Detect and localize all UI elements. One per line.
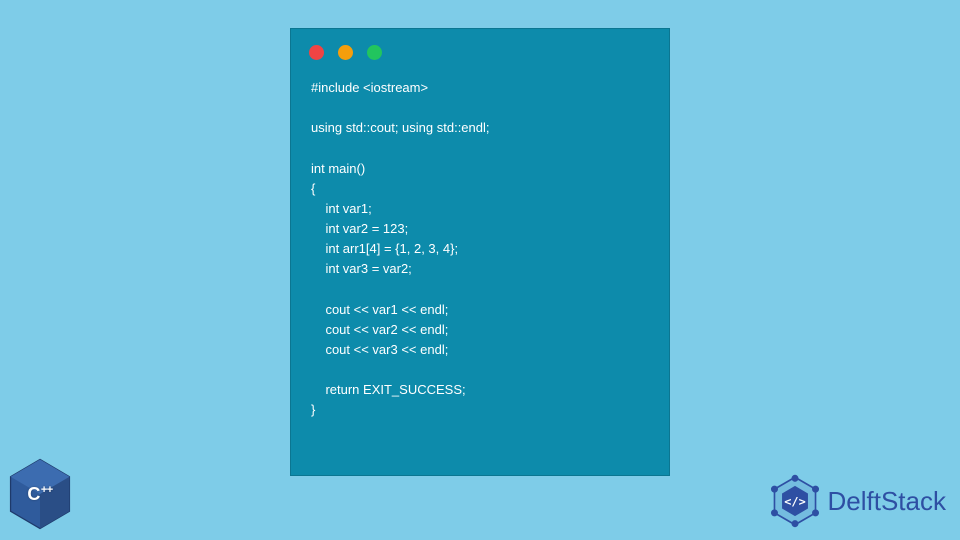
- cpp-label: C++: [6, 456, 74, 532]
- cpp-plus: ++: [41, 484, 53, 496]
- cpp-letter: C: [27, 484, 40, 505]
- code-content: #include <iostream> using std::cout; usi…: [291, 70, 669, 440]
- close-icon: [309, 45, 324, 60]
- brand-container: </> DelftStack: [768, 474, 947, 528]
- cpp-language-badge: C++: [6, 456, 76, 534]
- brand-logo-icon: </>: [768, 474, 822, 528]
- window-traffic-lights: [291, 29, 669, 70]
- maximize-icon: [367, 45, 382, 60]
- brand-name: DelftStack: [828, 486, 947, 517]
- minimize-icon: [338, 45, 353, 60]
- code-window: #include <iostream> using std::cout; usi…: [290, 28, 670, 476]
- svg-text:</>: </>: [784, 494, 805, 508]
